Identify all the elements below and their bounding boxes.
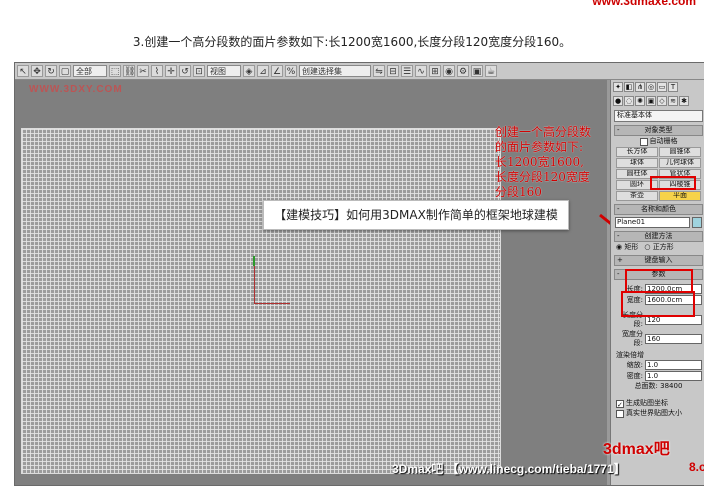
footer-tail: 8.com <box>689 460 704 474</box>
curve-editor-icon[interactable]: ∿ <box>415 65 427 77</box>
link-icon[interactable]: ⛓ <box>123 65 135 77</box>
named-selection-dropdown[interactable]: 创建选择集 <box>299 65 371 77</box>
radio-square[interactable]: ○ 正方形 <box>644 243 673 252</box>
schematic-icon[interactable]: ⊞ <box>429 65 441 77</box>
panel-tabs: ✦ ◧ ⋔ ◎ ▭ T <box>611 80 704 94</box>
density-row: 密度: 1.0 <box>615 371 702 381</box>
object-button-grid: 长方体 圆锥体 球体 几何球体 圆柱体 管状体 圆环 四棱锥 茶壶 平面 <box>616 147 701 201</box>
quick-render-icon[interactable]: ☕ <box>485 65 497 77</box>
rotate-icon[interactable]: ↻ <box>45 65 57 77</box>
width-segs-row: 宽度分段: 160 <box>615 330 702 348</box>
keyboard-entry-rollout[interactable]: + 键盘输入 <box>614 255 703 266</box>
category-dropdown[interactable]: 标准基本体 <box>614 110 703 122</box>
site-watermark: WWW.3DXY.COM <box>29 84 123 95</box>
bind-icon[interactable]: ⌇ <box>151 65 163 77</box>
reference-coord-dropdown[interactable]: 视图 <box>207 65 241 77</box>
object-color-swatch[interactable] <box>692 217 702 228</box>
width-segs-field[interactable]: 160 <box>645 334 702 344</box>
plane-highlight-box <box>650 176 696 190</box>
render-multipliers-label: 渲染倍增 <box>616 351 644 359</box>
scale-row: 缩放: 1.0 <box>615 360 702 370</box>
step-caption: 3.创建一个高分段数的面片参数如下:长1200宽1600,长度分段120宽度分段… <box>132 35 572 49</box>
motion-tab-icon[interactable]: ◎ <box>646 82 656 92</box>
render-setup-icon[interactable]: ⚙ <box>457 65 469 77</box>
cone-button[interactable]: 圆锥体 <box>659 147 701 157</box>
pivot-icon[interactable]: ◈ <box>243 65 255 77</box>
select-region-icon[interactable]: ▢ <box>59 65 71 77</box>
name-row: Plane01 <box>615 217 702 228</box>
perspective-viewport[interactable]: WWW.3DXY.COM 创建一个高分段数的面片参数如下:长1200宽1600,… <box>15 80 634 485</box>
top-watermark: www.3dmaxe.com <box>592 0 696 8</box>
geometry-icon[interactable]: ● <box>613 96 623 106</box>
filter-dropdown[interactable]: 全部 <box>73 65 107 77</box>
spacewarps-icon[interactable]: ≋ <box>668 96 678 106</box>
systems-icon[interactable]: ✱ <box>679 96 689 106</box>
select-object-icon[interactable]: ⬚ <box>109 65 121 77</box>
axis-gizmo-y <box>253 256 255 266</box>
max-screenshot: ↖ ✥ ↻ ▢ 全部 ⬚ ⛓ ✂ ⌇ ✛ ↺ ⊡ 视图 ◈ ⊿ ∠ % 创建选择… <box>14 62 704 486</box>
plane-mesh[interactable] <box>21 128 501 474</box>
utilities-tab-icon[interactable]: T <box>668 82 678 92</box>
hierarchy-tab-icon[interactable]: ⋔ <box>635 82 645 92</box>
modify-tab-icon[interactable]: ◧ <box>624 82 634 92</box>
display-tab-icon[interactable]: ▭ <box>657 82 667 92</box>
cameras-icon[interactable]: ▣ <box>646 96 656 106</box>
plane-button[interactable]: 平面 <box>659 191 701 201</box>
real-world-map-checkbox[interactable]: 真实世界贴图大小 <box>616 409 701 418</box>
mirror-icon[interactable]: ⇋ <box>373 65 385 77</box>
radio-rectangle[interactable]: ◉ 矩形 <box>616 243 638 252</box>
create-tab-icon[interactable]: ✦ <box>613 82 623 92</box>
angle-snap-icon[interactable]: ∠ <box>271 65 283 77</box>
align-icon[interactable]: ⊟ <box>387 65 399 77</box>
teapot-button[interactable]: 茶壶 <box>616 191 658 201</box>
gen-map-coords-checkbox[interactable]: ✓ 生成贴图坐标 <box>616 399 701 409</box>
density-field[interactable]: 1.0 <box>645 371 702 381</box>
create-subtabs: ● ◌ ✺ ▣ ◇ ≋ ✱ <box>611 94 704 108</box>
helpers-icon[interactable]: ◇ <box>657 96 667 106</box>
lights-icon[interactable]: ✺ <box>635 96 645 106</box>
geosphere-button[interactable]: 几何球体 <box>659 158 701 168</box>
sphere-button[interactable]: 球体 <box>616 158 658 168</box>
3dmax-bar-logo: 3dmax吧 <box>603 441 670 458</box>
shapes-icon[interactable]: ◌ <box>624 96 634 106</box>
creation-method-radios: ◉ 矩形 ○ 正方形 <box>616 243 701 252</box>
annotation-text: 创建一个高分段数的面片参数如下:长1200宽1600,长度分段120宽度分段16… <box>495 125 592 199</box>
name-color-rollout[interactable]: - 名称和颜色 <box>614 204 703 215</box>
select-icon[interactable]: ↖ <box>17 65 29 77</box>
render-icon[interactable]: ▣ <box>471 65 483 77</box>
snap-icon[interactable]: ⊿ <box>257 65 269 77</box>
select-scale-icon[interactable]: ⊡ <box>193 65 205 77</box>
segments-highlight-box <box>621 291 695 317</box>
main-toolbar: ↖ ✥ ↻ ▢ 全部 ⬚ ⛓ ✂ ⌇ ✛ ↺ ⊡ 视图 ◈ ⊿ ∠ % 创建选择… <box>15 63 704 80</box>
select-move-icon[interactable]: ✛ <box>165 65 177 77</box>
unlink-icon[interactable]: ✂ <box>137 65 149 77</box>
material-editor-icon[interactable]: ◉ <box>443 65 455 77</box>
tutorial-title-banner: 【建模技巧】如何用3DMAX制作简单的框架地球建模 <box>263 200 569 230</box>
footer-watermark: 3Dmax吧 【www.linecg.com/tieba/1771】 <box>392 462 626 476</box>
size-highlight-box <box>625 269 693 293</box>
axis-gizmo-x <box>254 303 290 304</box>
object-type-rollout[interactable]: - 对象类型 <box>614 125 703 136</box>
object-name-field[interactable]: Plane01 <box>615 217 690 228</box>
scale-field[interactable]: 1.0 <box>645 360 702 370</box>
total-faces: 总面数: 38400 <box>634 382 683 390</box>
box-button[interactable]: 长方体 <box>616 147 658 157</box>
layer-icon[interactable]: ☰ <box>401 65 413 77</box>
move-icon[interactable]: ✥ <box>31 65 43 77</box>
select-rotate-icon[interactable]: ↺ <box>179 65 191 77</box>
autogrid-checkbox[interactable]: 自动栅格 <box>616 137 701 146</box>
percent-snap-icon[interactable]: % <box>285 65 297 77</box>
creation-method-rollout[interactable]: - 创建方法 <box>614 231 703 242</box>
